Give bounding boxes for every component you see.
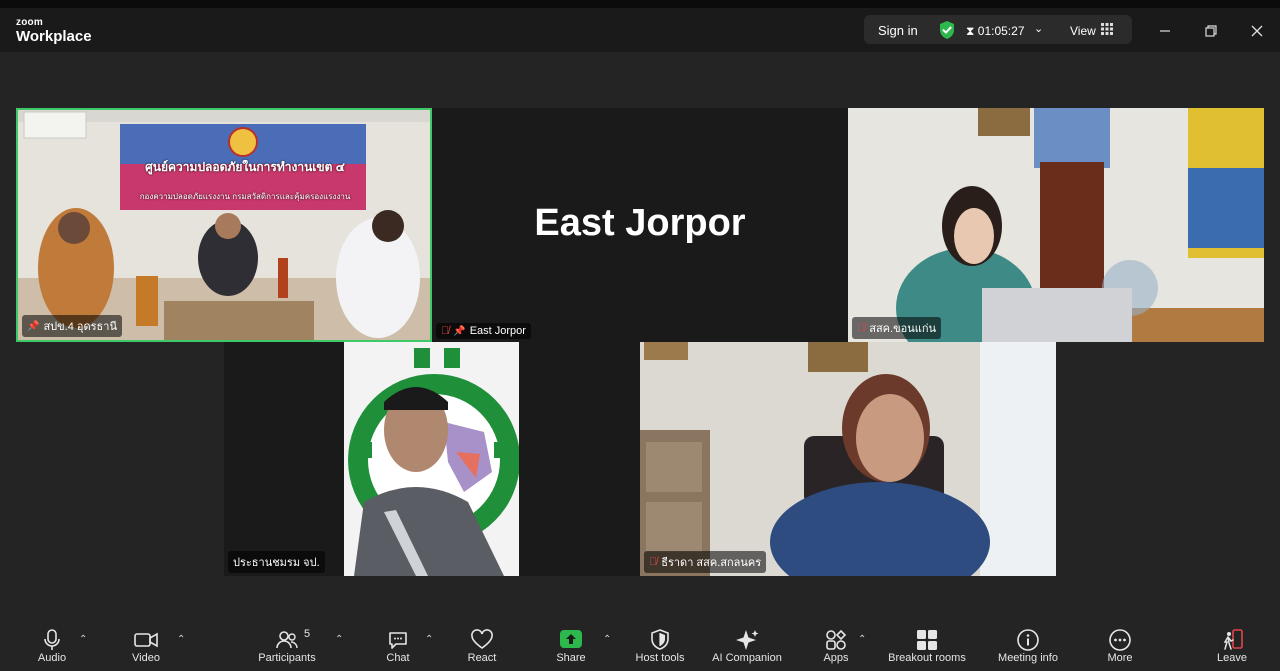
sign-in-button[interactable]: Sign in xyxy=(878,23,918,38)
meeting-room-video xyxy=(18,110,430,340)
participants-count: 5 xyxy=(304,628,311,640)
audio-label: Audio xyxy=(37,652,67,664)
apps-icon xyxy=(826,629,847,650)
ai-companion-button[interactable]: AI Companion xyxy=(704,628,790,664)
participant-name: ประธานชมรม จป. xyxy=(233,557,320,569)
apps-button[interactable]: Apps xyxy=(816,628,856,664)
participant-name: สปข.4 อุดรธานี xyxy=(43,321,117,333)
audio-options-chevron-icon[interactable]: ⌃ xyxy=(79,634,87,645)
heart-icon xyxy=(471,629,493,649)
share-screen-icon xyxy=(560,630,582,648)
restore-icon[interactable] xyxy=(1200,20,1222,42)
share-label: Share xyxy=(556,652,586,664)
meeting-timer[interactable]: ⧗ 01:05:27 xyxy=(966,24,1025,39)
more-icon xyxy=(1109,629,1131,651)
video-tile-khonkaen[interactable]: 🎙̸ สสค.ขอนแก่น xyxy=(848,108,1264,342)
close-icon[interactable] xyxy=(1246,20,1268,42)
participant-label: ประธานชมรม จป. xyxy=(228,551,325,573)
participants-button[interactable]: 5 Participants xyxy=(252,628,322,664)
breakout-rooms-button[interactable]: Breakout rooms xyxy=(880,628,974,664)
mic-muted-icon: 🎙̸ xyxy=(649,556,658,568)
chat-options-chevron-icon[interactable]: ⌃ xyxy=(425,634,433,645)
window-top-edge xyxy=(0,0,1280,8)
apps-label: Apps xyxy=(823,652,849,664)
participant-label: 📌 สปข.4 อุดรธานี xyxy=(22,315,122,337)
encryption-shield-icon[interactable] xyxy=(938,20,956,40)
office-video xyxy=(848,108,1264,342)
share-button[interactable]: Share xyxy=(551,628,591,664)
mic-muted-icon: 🎙̸ xyxy=(441,325,450,337)
share-options-chevron-icon[interactable]: ⌃ xyxy=(603,634,611,645)
host-tools-label: Host tools xyxy=(635,652,685,664)
video-tile-udon[interactable]: ศูนย์ความปลอดภัยในการทำงานเขต ๔ กองความป… xyxy=(16,108,432,342)
video-tile-president[interactable]: ประธานชมรม จป. xyxy=(224,342,640,576)
participant-display-name: East Jorpor xyxy=(534,202,746,244)
video-label: Video xyxy=(132,652,160,664)
mic-muted-icon: 🎙̸ xyxy=(857,322,866,334)
chat-label: Chat xyxy=(386,652,410,664)
banner-title: ศูนย์ความปลอดภัยในการทำงานเขต ๔ xyxy=(145,160,345,174)
hourglass-icon: ⧗ xyxy=(966,24,975,38)
banner-subtitle: กองความปลอดภัยแรงงาน กรมสวัสดิการและคุ้ม… xyxy=(139,192,351,201)
react-button[interactable]: React xyxy=(462,628,502,664)
meeting-info-button[interactable]: Meeting info xyxy=(990,628,1066,664)
chat-icon xyxy=(389,632,407,649)
video-options-chevron-icon[interactable]: ⌃ xyxy=(177,634,185,645)
leave-button[interactable]: Leave xyxy=(1212,628,1252,664)
apps-options-chevron-icon[interactable]: ⌃ xyxy=(858,634,866,645)
react-label: React xyxy=(467,652,497,664)
ai-sparkle-icon xyxy=(736,630,759,650)
video-tile-sakonnakhon[interactable]: 🎙̸ ธีราดา สสค.สกลนคร xyxy=(640,342,1056,576)
host-tools-button[interactable]: Host tools xyxy=(628,628,692,664)
participant-label: 🎙̸ สสค.ขอนแก่น xyxy=(852,317,942,339)
participant-name: ธีราดา สสค.สกลนคร xyxy=(661,557,762,569)
profile-photo xyxy=(344,342,519,576)
leave-icon xyxy=(1223,629,1243,650)
timer-value: 01:05:27 xyxy=(977,24,1025,38)
pin-icon: 📌 xyxy=(453,325,466,337)
microphone-icon xyxy=(44,629,60,650)
info-icon xyxy=(1017,629,1039,651)
breakout-rooms-label: Breakout rooms xyxy=(888,652,966,664)
view-grid-icon[interactable] xyxy=(1101,23,1113,35)
participant-label: 🎙̸ 📌 East Jorpor xyxy=(436,323,531,339)
timer-chevron-down-icon[interactable]: ⌄ xyxy=(1034,22,1043,35)
brand-small: zoom xyxy=(16,17,43,28)
more-label: More xyxy=(1107,652,1133,664)
zoom-workplace-logo: zoom Workplace xyxy=(16,17,92,45)
more-button[interactable]: More xyxy=(1100,628,1140,664)
video-camera-icon xyxy=(134,632,158,648)
meeting-info-label: Meeting info xyxy=(998,652,1058,664)
view-button[interactable]: View xyxy=(1070,24,1096,38)
host-shield-icon xyxy=(651,629,669,650)
video-tile-east-jorpor[interactable]: East Jorpor 🎙̸ 📌 East Jorpor xyxy=(432,108,848,342)
title-bar: zoom Workplace Sign in ⧗ 01:05:27 ⌄ View xyxy=(0,8,1280,52)
pin-icon: 📌 xyxy=(27,320,40,332)
ai-companion-label: AI Companion xyxy=(712,652,782,664)
breakout-rooms-icon xyxy=(917,630,937,650)
participant-label: 🎙̸ ธีราดา สสค.สกลนคร xyxy=(644,551,767,573)
participant-name: สสค.ขอนแก่น xyxy=(869,323,937,335)
video-button[interactable]: Video xyxy=(124,628,168,664)
participants-icon xyxy=(276,631,298,649)
minimize-icon[interactable] xyxy=(1154,20,1176,42)
participant-name: East Jorpor xyxy=(469,325,526,337)
office-video-2 xyxy=(640,342,1056,576)
meeting-toolbar: Audio ⌃ Video ⌃ 5 Participants ⌃ Chat ⌃ xyxy=(0,620,1280,671)
brand-large: Workplace xyxy=(16,28,92,45)
leave-label: Leave xyxy=(1217,652,1247,664)
participants-label: Participants xyxy=(258,652,316,664)
chat-button[interactable]: Chat xyxy=(378,628,418,664)
audio-button[interactable]: Audio xyxy=(30,628,74,664)
participants-options-chevron-icon[interactable]: ⌃ xyxy=(335,634,343,645)
